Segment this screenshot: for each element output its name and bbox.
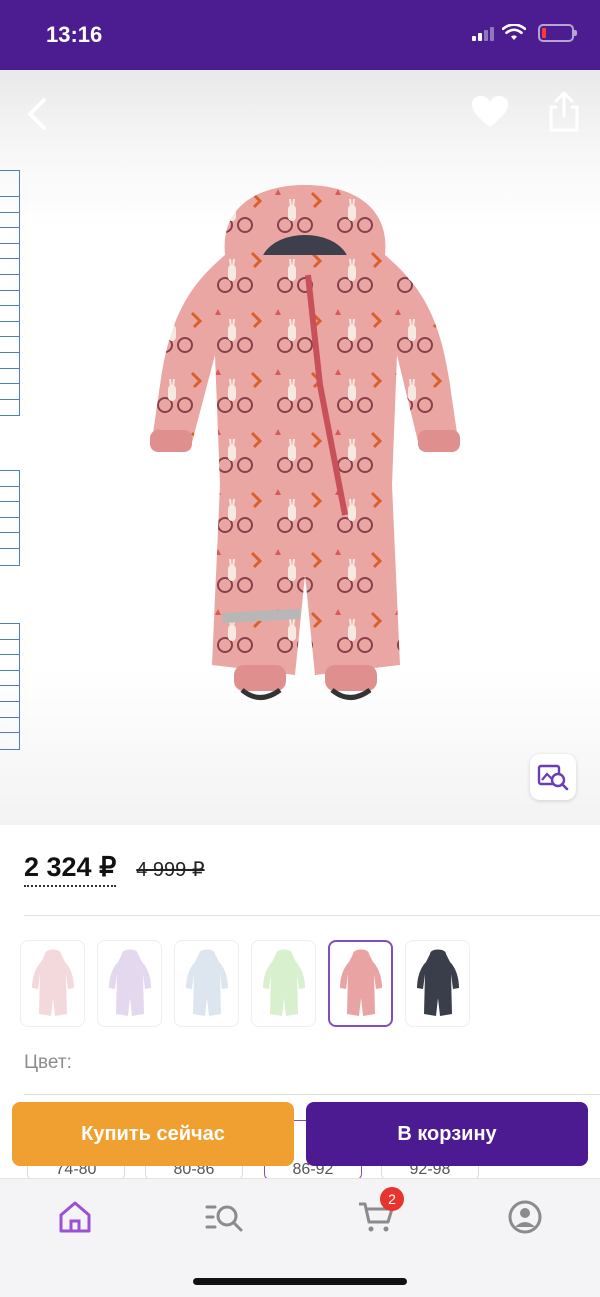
share-icon[interactable] xyxy=(544,90,584,134)
back-chevron-icon[interactable] xyxy=(22,96,52,132)
size-chart-fragment xyxy=(0,470,20,566)
jumpsuit-thumbnail-image xyxy=(416,949,459,1016)
color-variant-thumbnail[interactable] xyxy=(20,940,85,1027)
battery-low-icon xyxy=(538,24,577,42)
visual-search-button[interactable] xyxy=(530,754,576,800)
buy-now-button[interactable]: Купить сейчас xyxy=(12,1102,294,1166)
color-variant-thumbnail[interactable] xyxy=(251,940,316,1027)
color-variant-thumbnail[interactable] xyxy=(97,940,162,1027)
price-row: 2 324 ₽ 4 999 ₽ xyxy=(24,852,205,887)
color-variant-thumbnail[interactable] xyxy=(405,940,470,1027)
signal-icon xyxy=(472,25,494,41)
price-current[interactable]: 2 324 ₽ xyxy=(24,852,117,887)
color-variants xyxy=(20,940,470,1027)
status-bar: 13:16 xyxy=(0,0,600,70)
image-search-icon xyxy=(537,764,569,791)
home-icon xyxy=(59,1201,91,1233)
price-old: 4 999 ₽ xyxy=(136,859,205,881)
status-time: 13:16 xyxy=(46,22,103,47)
color-label: Цвет: xyxy=(24,1052,72,1073)
jumpsuit-thumbnail-image xyxy=(31,949,74,1016)
jumpsuit-thumbnail-image xyxy=(339,949,382,1016)
profile-icon xyxy=(508,1200,542,1234)
cart-count-badge: 2 xyxy=(380,1187,404,1211)
add-to-cart-button[interactable]: В корзину xyxy=(306,1102,588,1166)
wifi-icon xyxy=(502,24,526,40)
jumpsuit-thumbnail-image xyxy=(108,949,151,1016)
tab-home[interactable] xyxy=(53,1195,97,1239)
tab-profile[interactable] xyxy=(503,1195,547,1239)
product-photo xyxy=(150,185,460,700)
color-variant-thumbnail[interactable] xyxy=(328,940,393,1027)
divider xyxy=(24,915,600,916)
color-variant-thumbnail[interactable] xyxy=(174,940,239,1027)
size-chart-fragment xyxy=(0,623,20,750)
jumpsuit-thumbnail-image xyxy=(262,949,305,1016)
heart-icon[interactable] xyxy=(470,94,510,130)
tab-catalog[interactable] xyxy=(203,1195,247,1239)
product-image-gallery[interactable] xyxy=(0,70,600,825)
tab-cart[interactable]: 2 xyxy=(354,1187,404,1239)
size-chart-fragment xyxy=(0,170,20,417)
status-icons xyxy=(472,24,577,42)
jumpsuit-thumbnail-image xyxy=(185,949,228,1016)
divider xyxy=(24,1094,600,1095)
catalog-search-icon xyxy=(205,1205,243,1232)
home-indicator xyxy=(193,1278,407,1285)
